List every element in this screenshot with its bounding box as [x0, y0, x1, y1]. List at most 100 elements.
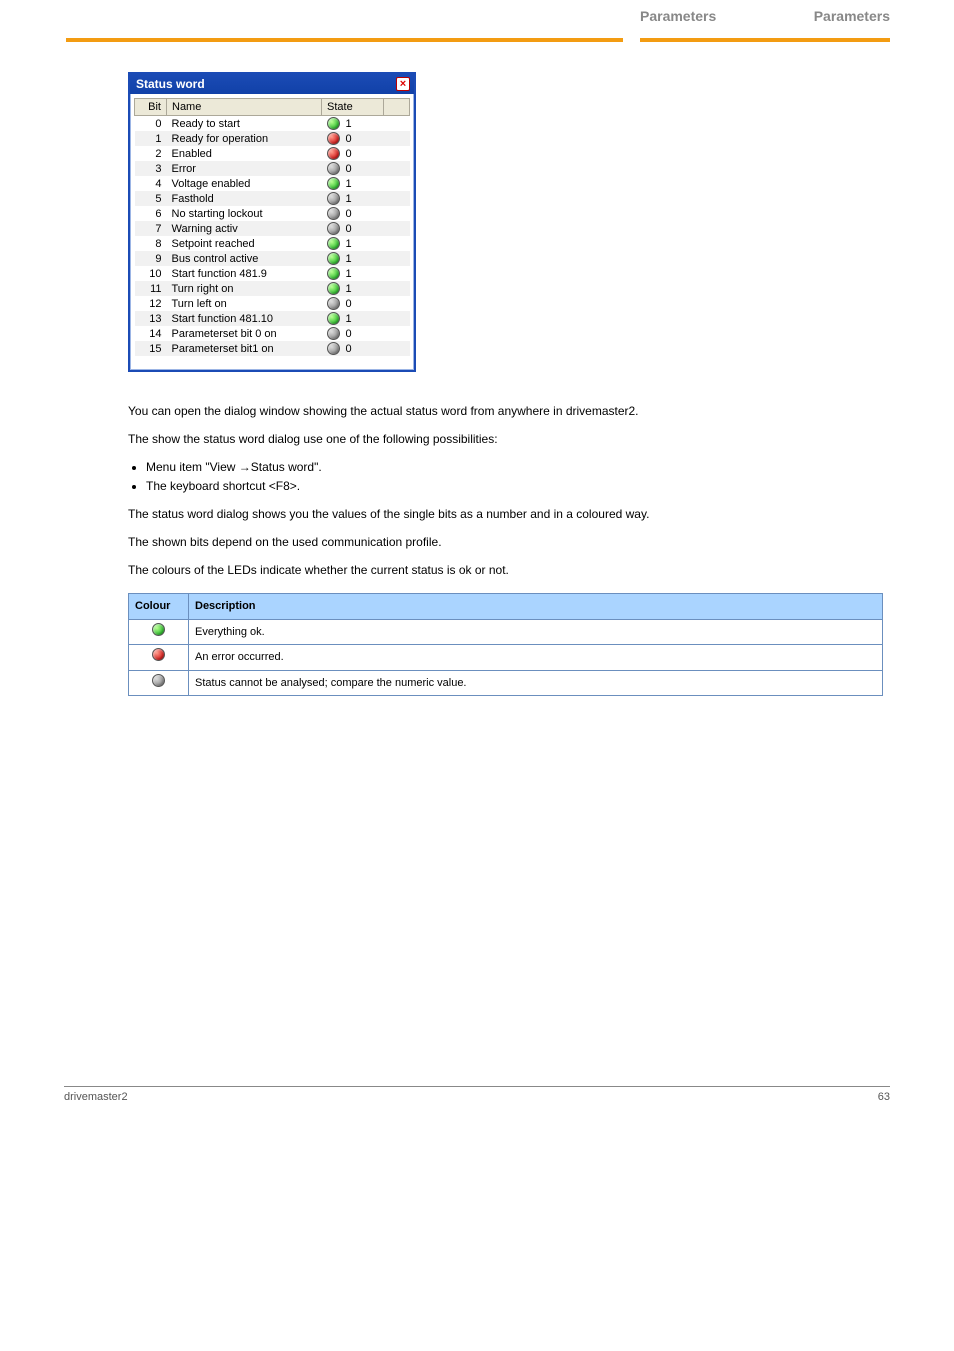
legend-led-cell: [129, 619, 189, 645]
bit-name: Turn right on: [167, 281, 322, 296]
bit-name: Turn left on: [167, 296, 322, 311]
bit-value: 0: [346, 148, 352, 160]
status-word-titlebar[interactable]: Status word ×: [130, 74, 414, 94]
table-row: 15Parameterset bit1 on 0: [135, 341, 410, 356]
status-led-icon: [327, 282, 340, 295]
status-led-icon: [152, 648, 165, 661]
col-state: State: [322, 99, 384, 116]
col-name: Name: [167, 99, 322, 116]
bit-state: 1: [322, 236, 384, 251]
table-row: 12Turn left on 0: [135, 296, 410, 311]
table-row: 0Ready to start 1: [135, 116, 410, 132]
bit-name: Enabled: [167, 146, 322, 161]
bit-name: Error: [167, 161, 322, 176]
status-led-icon: [152, 623, 165, 636]
table-row: An error occurred.: [129, 645, 883, 671]
bit-value: 1: [346, 283, 352, 295]
bit-number: 1: [135, 131, 167, 146]
bit-value: 0: [346, 163, 352, 175]
paragraph: You can open the dialog window showing t…: [128, 402, 888, 420]
bit-value: 1: [346, 313, 352, 325]
bit-name: Bus control active: [167, 251, 322, 266]
bit-value: 0: [346, 223, 352, 235]
bit-state: 1: [322, 281, 384, 296]
bit-value: 0: [346, 343, 352, 355]
bit-name: No starting lockout: [167, 206, 322, 221]
table-row: Everything ok.: [129, 619, 883, 645]
table-row: 7Warning activ0: [135, 221, 410, 236]
bit-state: 1: [322, 251, 384, 266]
bit-state: 1: [322, 116, 384, 132]
header-rule-left: [66, 38, 623, 42]
bit-value: 1: [346, 268, 352, 280]
bit-name: Ready to start: [167, 116, 322, 132]
legend-led-cell: [129, 645, 189, 671]
bit-name: Warning activ: [167, 221, 322, 236]
table-row: 4Voltage enabled1: [135, 176, 410, 191]
bit-number: 8: [135, 236, 167, 251]
paragraph: The shown bits depend on the used commun…: [128, 533, 888, 551]
page-header: Parameters Parameters: [0, 0, 954, 44]
legend-col-color: Colour: [129, 594, 189, 620]
bit-value: 1: [346, 253, 352, 265]
table-row: 2Enabled 0: [135, 146, 410, 161]
bit-value: 0: [346, 328, 352, 340]
bit-number: 11: [135, 281, 167, 296]
bit-state: 1: [322, 311, 384, 326]
bit-name: Setpoint reached: [167, 236, 322, 251]
table-row: Status cannot be analysed; compare the n…: [129, 670, 883, 696]
legend-col-desc: Description: [189, 594, 883, 620]
list-item: The keyboard shortcut <F8>.: [146, 477, 888, 495]
status-led-icon: [327, 177, 340, 190]
status-led-icon: [327, 237, 340, 250]
table-row: 3Error0: [135, 161, 410, 176]
status-led-icon: [327, 267, 340, 280]
close-icon[interactable]: ×: [396, 77, 410, 91]
body-text: You can open the dialog window showing t…: [128, 402, 888, 696]
bit-number: 15: [135, 341, 167, 356]
status-led-icon: [327, 222, 340, 235]
col-bit: Bit: [135, 99, 167, 116]
bit-state: 0: [322, 221, 384, 236]
status-led-icon: [327, 117, 340, 130]
bit-number: 5: [135, 191, 167, 206]
bit-state: 0: [322, 131, 384, 146]
bit-state: 0: [322, 206, 384, 221]
status-word-title: Status word: [136, 77, 205, 91]
status-led-icon: [327, 207, 340, 220]
status-led-icon: [327, 162, 340, 175]
bit-value: 1: [346, 178, 352, 190]
bit-value: 1: [346, 193, 352, 205]
legend-desc: Everything ok.: [189, 619, 883, 645]
bit-name: Parameterset bit1 on: [167, 341, 322, 356]
status-led-icon: [327, 297, 340, 310]
bit-state: 1: [322, 176, 384, 191]
bit-value: 0: [346, 133, 352, 145]
bit-number: 12: [135, 296, 167, 311]
status-word-window: Status word × Bit Name State 0Ready to s…: [128, 72, 416, 372]
legend-desc: An error occurred.: [189, 645, 883, 671]
bit-number: 0: [135, 116, 167, 132]
bit-name: Start function 481.10: [167, 311, 322, 326]
bit-value: 1: [346, 238, 352, 250]
status-led-icon: [327, 327, 340, 340]
bit-number: 13: [135, 311, 167, 326]
bit-number: 2: [135, 146, 167, 161]
bit-state: 0: [322, 341, 384, 356]
legend-desc: Status cannot be analysed; compare the n…: [189, 670, 883, 696]
bit-value: 1: [346, 118, 352, 130]
table-row: 1Ready for operation0: [135, 131, 410, 146]
table-row: 13Start function 481.10 1: [135, 311, 410, 326]
table-row: 11Turn right on 1: [135, 281, 410, 296]
bit-name: Parameterset bit 0 on: [167, 326, 322, 341]
status-led-icon: [327, 132, 340, 145]
footer-left: drivemaster2: [64, 1091, 128, 1103]
paragraph: The colours of the LEDs indicate whether…: [128, 561, 888, 579]
bit-state: 1: [322, 266, 384, 281]
bit-value: 0: [346, 298, 352, 310]
header-rule-right: [640, 38, 890, 42]
bit-name: Start function 481.9: [167, 266, 322, 281]
legend-led-cell: [129, 670, 189, 696]
page-footer: drivemaster2 63: [64, 1086, 890, 1103]
table-row: 10Start function 481.91: [135, 266, 410, 281]
